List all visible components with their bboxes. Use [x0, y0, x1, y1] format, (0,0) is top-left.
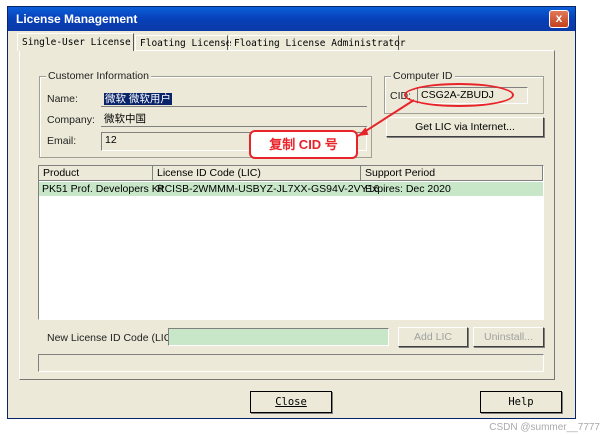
tab-single-user-license[interactable]: Single-User License: [17, 33, 134, 51]
row-support: Expires: Dec 2020: [365, 183, 451, 195]
new-lic-label: New License ID Code (LIC):: [47, 332, 178, 344]
add-lic-button[interactable]: Add LIC: [398, 327, 468, 347]
help-button[interactable]: Help: [480, 391, 562, 413]
column-license-id-code[interactable]: License ID Code (LIC): [153, 166, 361, 181]
copy-cid-annotation: 复制 CID 号: [249, 130, 358, 159]
close-button[interactable]: Close: [250, 391, 332, 413]
table-row[interactable]: PK51 Prof. Developers Kit RCISB-2WMMM-US…: [39, 182, 543, 196]
license-list[interactable]: Product License ID Code (LIC) Support Pe…: [38, 165, 544, 320]
row-lic: RCISB-2WMMM-USBYZ-JL7XX-GS94V-2VY16: [157, 183, 380, 195]
watermark: CSDN @summer__7777: [489, 422, 600, 433]
new-lic-input[interactable]: [168, 328, 389, 346]
row-product: PK51 Prof. Developers Kit: [42, 183, 164, 195]
column-support-period[interactable]: Support Period: [361, 166, 543, 181]
column-product[interactable]: Product: [39, 166, 153, 181]
uninstall-button[interactable]: Uninstall...: [473, 327, 544, 347]
status-bar: [38, 354, 544, 372]
close-button-label: Close: [275, 396, 307, 408]
